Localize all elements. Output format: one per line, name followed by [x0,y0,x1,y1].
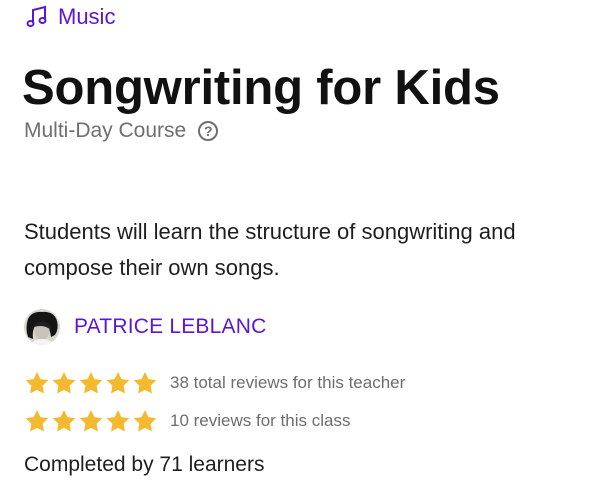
star-icon [79,371,103,394]
star-icon [52,371,76,394]
star-icon [25,409,49,432]
course-title: Songwriting for Kids [22,61,500,115]
music-note-icon [26,5,47,27]
star-icon [106,409,130,432]
star-icon [79,409,103,432]
star-icon [52,409,76,432]
question-circle-icon[interactable]: ? [198,121,219,141]
teacher-review-count: 38 total reviews for this teacher [170,373,406,392]
star-icon [133,409,157,432]
teacher-rating-stars [24,370,158,396]
star-icon [106,371,130,394]
class-rating[interactable]: 10 reviews for this class [24,406,350,436]
teacher-link[interactable]: PATRICE LEBLANC [24,308,266,346]
category-label: Music [58,4,116,29]
teacher-avatar [24,309,60,345]
course-type-label: Multi-Day Course [24,119,187,142]
course-type: Multi-Day Course ? [24,116,219,146]
star-icon [133,371,157,394]
class-rating-stars [24,408,158,434]
category-link[interactable]: Music [24,2,115,32]
completion-count: Completed by 71 learners [24,453,265,476]
course-description: Students will learn the structure of son… [24,219,516,280]
teacher-name: PATRICE LEBLANC [74,315,267,338]
teacher-rating[interactable]: 38 total reviews for this teacher [24,368,405,398]
class-review-count: 10 reviews for this class [170,411,351,430]
star-icon [25,371,49,394]
